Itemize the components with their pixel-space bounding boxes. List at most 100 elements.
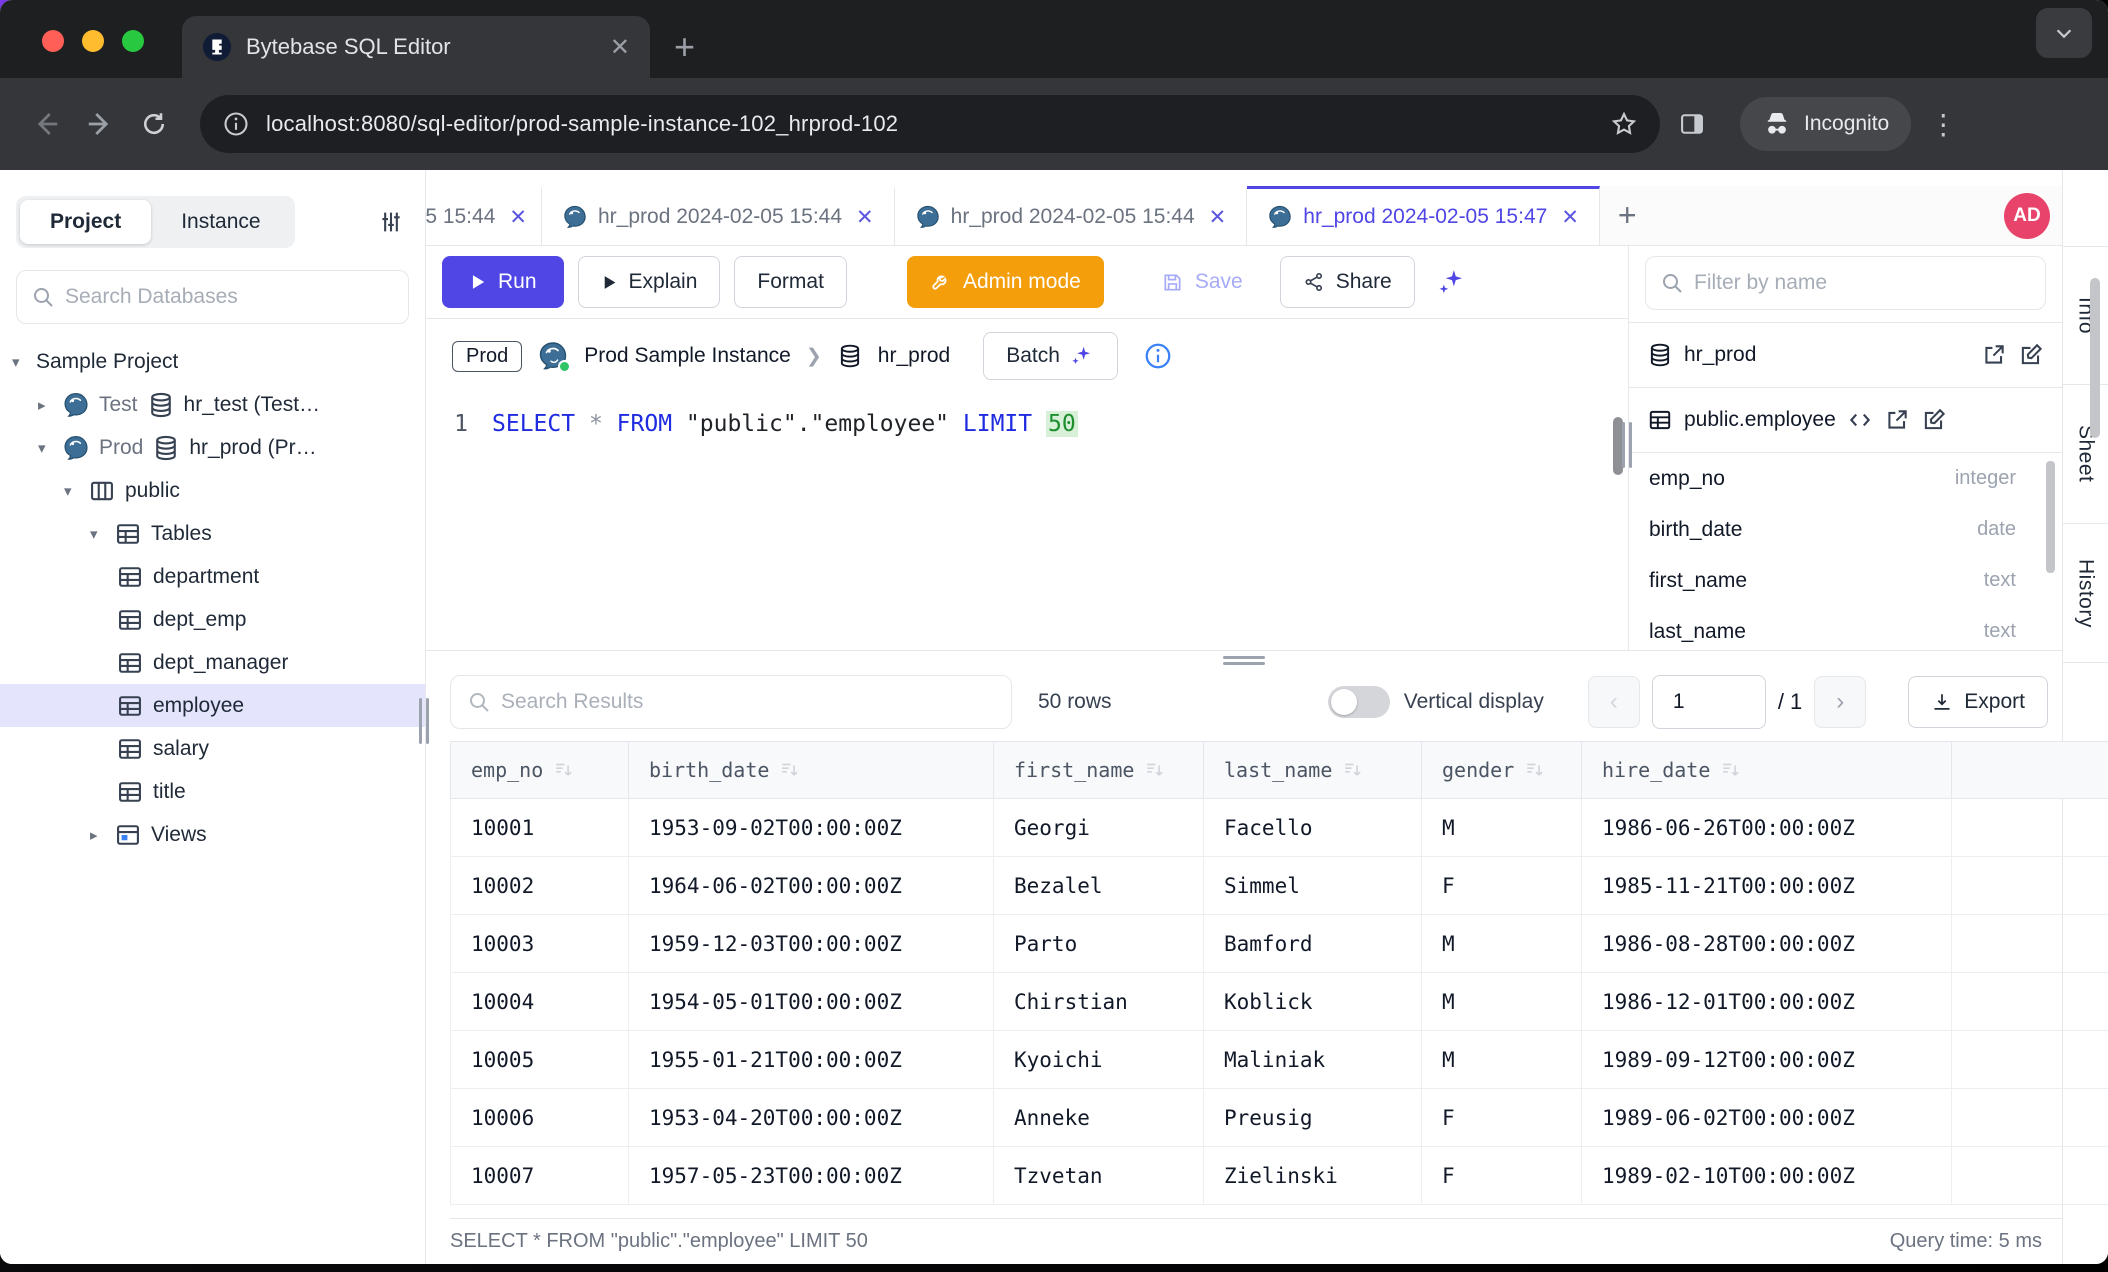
- column-row-first_name[interactable]: first_nametext: [1629, 555, 2062, 606]
- tab-sheet[interactable]: Sheet: [2063, 385, 2108, 524]
- table-cell[interactable]: 1985-11-21T00:00:00Z: [1582, 857, 1952, 915]
- results-search-input[interactable]: [501, 690, 995, 714]
- browser-tab-close-icon[interactable]: ✕: [610, 33, 630, 62]
- table-cell[interactable]: M: [1422, 1031, 1582, 1089]
- forward-icon[interactable]: [78, 102, 122, 146]
- vertical-display-toggle[interactable]: [1328, 686, 1390, 718]
- table-cell[interactable]: 10006: [451, 1089, 629, 1147]
- table-cell[interactable]: 1957-05-23T00:00:00Z: [629, 1147, 994, 1205]
- results-scrollbar[interactable]: [2090, 278, 2100, 438]
- page-input[interactable]: [1652, 675, 1766, 729]
- close-tab-icon[interactable]: ✕: [856, 205, 874, 230]
- tree-item-tables[interactable]: ▾Tables: [0, 512, 425, 555]
- table-cell[interactable]: Bezalel: [994, 857, 1204, 915]
- table-cell[interactable]: Kyoichi: [994, 1031, 1204, 1089]
- caret-down-icon[interactable]: ▾: [90, 525, 114, 543]
- table-cell[interactable]: 10001: [451, 799, 629, 857]
- table-cell[interactable]: 1954-05-01T00:00:00Z: [629, 973, 994, 1031]
- next-page-button[interactable]: ›: [1814, 676, 1866, 728]
- caret-down-icon[interactable]: ▾: [12, 353, 36, 371]
- table-cell[interactable]: F: [1422, 857, 1582, 915]
- table-cell[interactable]: 1986-06-26T00:00:00Z: [1582, 799, 1952, 857]
- col-header-birth_date[interactable]: birth_date: [629, 742, 994, 799]
- editor-tab-3[interactable]: hr_prod 2024-02-05 15:44✕: [895, 186, 1248, 245]
- panel-database-row[interactable]: hr_prod: [1629, 323, 2062, 388]
- tree-item-dept-emp[interactable]: dept_emp: [0, 598, 425, 641]
- table-cell[interactable]: 1989-06-02T00:00:00Z: [1582, 1089, 1952, 1147]
- table-cell[interactable]: Bamford: [1204, 915, 1422, 973]
- minimize-window-button[interactable]: [82, 30, 104, 52]
- table-cell[interactable]: 1955-01-21T00:00:00Z: [629, 1031, 994, 1089]
- database-name[interactable]: hr_prod: [878, 344, 950, 368]
- caret-down-icon[interactable]: ▾: [64, 482, 88, 500]
- table-cell[interactable]: Tzvetan: [994, 1147, 1204, 1205]
- tab-project[interactable]: Project: [20, 200, 151, 244]
- new-sheet-button[interactable]: +: [1600, 186, 1655, 245]
- table-cell[interactable]: Georgi: [994, 799, 1204, 857]
- table-cell[interactable]: 1959-12-03T00:00:00Z: [629, 915, 994, 973]
- splitter-grip-icon[interactable]: [1223, 653, 1265, 668]
- table-cell[interactable]: 1964-06-02T00:00:00Z: [629, 857, 994, 915]
- browser-tab[interactable]: Bytebase SQL Editor ✕: [182, 16, 650, 78]
- table-cell[interactable]: Facello: [1204, 799, 1422, 857]
- table-cell[interactable]: 1989-02-10T00:00:00Z: [1582, 1147, 1952, 1205]
- export-button[interactable]: Export: [1908, 676, 2048, 728]
- url-text[interactable]: localhost:8080/sql-editor/prod-sample-in…: [266, 111, 1594, 137]
- table-cell[interactable]: Chirstian: [994, 973, 1204, 1031]
- table-cell[interactable]: 10002: [451, 857, 629, 915]
- close-tab-icon[interactable]: ✕: [509, 205, 527, 230]
- table-cell[interactable]: M: [1422, 799, 1582, 857]
- save-button[interactable]: Save: [1138, 256, 1266, 308]
- database-search-input[interactable]: [65, 285, 394, 309]
- results-search[interactable]: [450, 675, 1012, 729]
- sql-editor[interactable]: 1 SELECT * FROM "public"."employee" LIMI…: [426, 393, 1628, 650]
- table-cell[interactable]: 10004: [451, 973, 629, 1031]
- horizontal-splitter[interactable]: [426, 650, 2062, 663]
- table-cell[interactable]: 1953-04-20T00:00:00Z: [629, 1089, 994, 1147]
- tab-history[interactable]: History: [2063, 524, 2108, 663]
- avatar[interactable]: AD: [2004, 193, 2050, 239]
- panel-scrollbar[interactable]: [2046, 461, 2055, 573]
- column-row-last_name[interactable]: last_nametext: [1629, 606, 2062, 650]
- run-button[interactable]: Run: [442, 256, 564, 308]
- info-circle-icon[interactable]: [1143, 341, 1173, 371]
- caret-down-icon[interactable]: ▾: [38, 439, 62, 457]
- reload-icon[interactable]: [132, 102, 176, 146]
- sql-code-line[interactable]: SELECT * FROM "public"."employee" LIMIT …: [492, 411, 1078, 650]
- table-cell[interactable]: Maliniak: [1204, 1031, 1422, 1089]
- tab-info[interactable]: Info: [2063, 246, 2108, 385]
- editor-tab-2[interactable]: hr_prod 2024-02-05 15:44✕: [542, 186, 895, 245]
- editor-tab-4[interactable]: hr_prod 2024-02-05 15:47✕: [1247, 186, 1600, 245]
- schema-filter[interactable]: [1645, 256, 2046, 310]
- table-cell[interactable]: Preusig: [1204, 1089, 1422, 1147]
- format-button[interactable]: Format: [734, 256, 847, 308]
- bookmark-star-icon[interactable]: [1610, 110, 1638, 138]
- caret-right-icon[interactable]: ▸: [38, 396, 62, 414]
- schema-filter-input[interactable]: [1694, 271, 2031, 295]
- column-row-emp_no[interactable]: emp_nointeger: [1629, 453, 2062, 504]
- edit-icon[interactable]: [2018, 342, 2044, 368]
- editor-tab-1[interactable]: 5 15:44✕: [426, 186, 542, 245]
- table-cell[interactable]: Simmel: [1204, 857, 1422, 915]
- table-cell[interactable]: 1953-09-02T00:00:00Z: [629, 799, 994, 857]
- col-header-hire_date[interactable]: hire_date: [1582, 742, 1952, 799]
- instance-name[interactable]: Prod Sample Instance: [584, 344, 791, 368]
- tree-item-sample-project[interactable]: ▾Sample Project: [0, 340, 425, 383]
- table-cell[interactable]: 10007: [451, 1147, 629, 1205]
- table-cell[interactable]: 1986-08-28T00:00:00Z: [1582, 915, 1952, 973]
- code-icon[interactable]: [1847, 407, 1873, 433]
- new-tab-button[interactable]: +: [674, 26, 695, 68]
- maximize-window-button[interactable]: [122, 30, 144, 52]
- site-info-icon[interactable]: [222, 110, 250, 138]
- panel-table-row[interactable]: public.employee: [1629, 388, 2062, 453]
- ai-sparkle-icon[interactable]: [1437, 267, 1467, 297]
- tree-item-public[interactable]: ▾public: [0, 469, 425, 512]
- tree-item-title[interactable]: title: [0, 770, 425, 813]
- col-header-gender[interactable]: gender: [1422, 742, 1582, 799]
- sidebar-resize-handle[interactable]: [419, 698, 429, 744]
- batch-button[interactable]: Batch: [983, 332, 1118, 380]
- table-cell[interactable]: 10005: [451, 1031, 629, 1089]
- table-cell[interactable]: F: [1422, 1089, 1582, 1147]
- table-cell[interactable]: M: [1422, 973, 1582, 1031]
- table-cell[interactable]: Koblick: [1204, 973, 1422, 1031]
